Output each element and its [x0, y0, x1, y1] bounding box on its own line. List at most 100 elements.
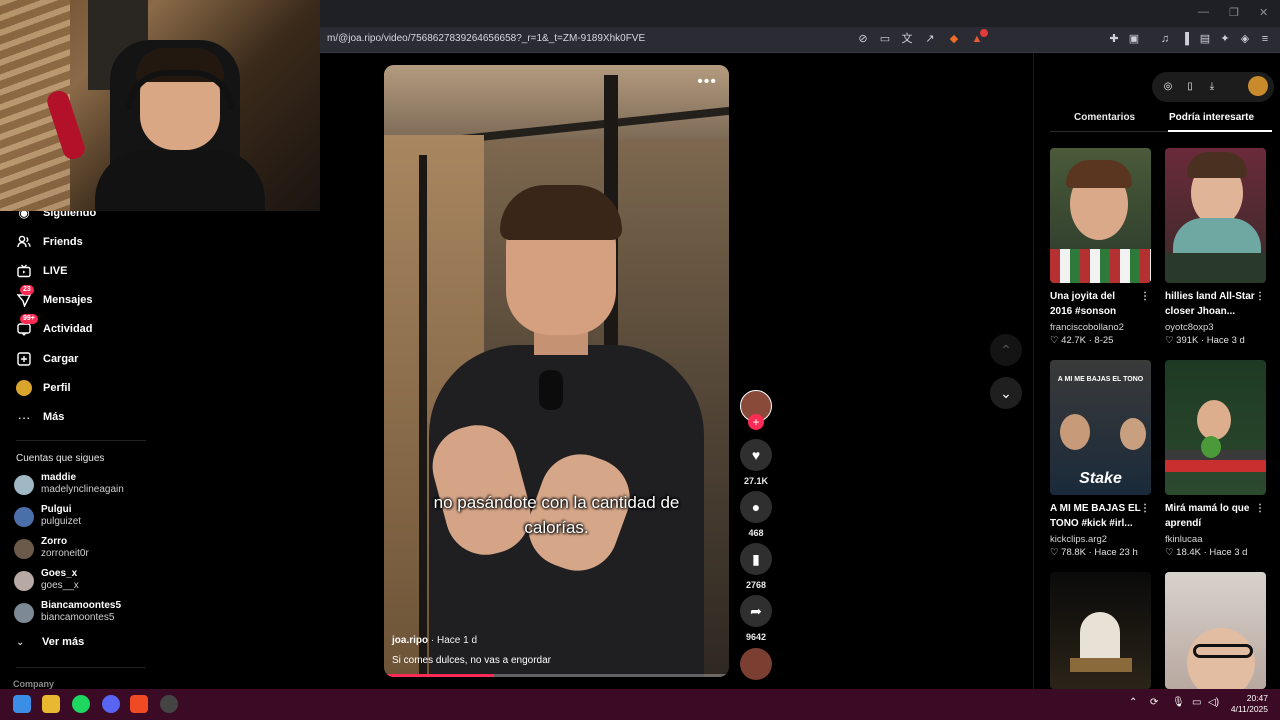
app-icon[interactable] [160, 695, 178, 713]
mobile-icon[interactable]: ▯ [1183, 80, 1197, 94]
video-more-button[interactable]: ••• [697, 73, 717, 91]
music-icon[interactable]: ♫ [1158, 32, 1172, 46]
suggested-video-card[interactable]: hillies land All-Star closer Jhoan... ⋮ … [1165, 148, 1267, 346]
network-icon[interactable]: ▭ [1192, 697, 1201, 708]
card-likes: ♡ 391K [1165, 335, 1199, 346]
file-explorer-icon[interactable] [42, 695, 60, 713]
sidebar-item-profile[interactable]: Perfil [16, 378, 71, 398]
card-username[interactable]: oyotc8oxp3 [1165, 322, 1267, 333]
followed-account[interactable]: Goes_x goes__x [14, 568, 154, 594]
video-thumbnail[interactable] [1165, 148, 1266, 283]
video-player[interactable]: ••• no pasándote con la cantidad de calo… [384, 65, 729, 677]
card-username[interactable]: kickclips.arg2 [1050, 534, 1152, 545]
card-title: A MI ME BAJAS EL TONO #kick #irl... ⋮ [1050, 501, 1152, 531]
leo-ai-icon[interactable]: ✦ [1218, 32, 1232, 46]
sidebar-item-friends[interactable]: Friends [16, 232, 83, 252]
vpn-icon[interactable]: ◈ [1238, 32, 1252, 46]
suggested-video-card[interactable]: A MI ME BAJAS EL TONO Stake A MI ME BAJA… [1050, 360, 1152, 558]
followed-account[interactable]: Biancamoontes5 biancamoontes5 [14, 600, 154, 626]
sidebar-item-more[interactable]: ··· Más [16, 407, 65, 427]
video-thumbnail[interactable] [1050, 572, 1151, 689]
share-icon[interactable]: ↗ [923, 32, 937, 46]
comment-icon: ● [751, 499, 761, 515]
sidebar-toggle-icon[interactable]: ▐ [1178, 32, 1192, 46]
screenshot-icon[interactable]: ▣ [1127, 32, 1141, 46]
video-progress-bar[interactable] [384, 674, 729, 677]
tray-expand-icon[interactable]: ⌃ [1129, 697, 1137, 708]
video-author[interactable]: joa.ripo · Hace 1 d [392, 635, 477, 646]
bookmark-icon: ▮ [752, 550, 760, 567]
followed-account[interactable]: maddie madelynclineagain [14, 472, 154, 498]
sound-avatar[interactable] [740, 648, 772, 680]
system-clock[interactable]: 20:47 4/11/2025 [1231, 693, 1268, 715]
video-thumbnail[interactable] [1165, 572, 1266, 689]
follow-plus-icon[interactable]: + [748, 414, 764, 430]
like-count: 27.1K [743, 476, 769, 486]
suggested-video-card[interactable]: Una joyita del 2016 #sonson ⋮ franciscob… [1050, 148, 1152, 346]
like-button[interactable]: ♥ [740, 439, 772, 471]
followed-account[interactable]: Pulgui pulguizet [14, 504, 154, 530]
suggested-video-card[interactable]: Mirá mamá lo que aprendí ⋮ fkinlucaa ♡ 1… [1165, 360, 1267, 558]
volume-icon[interactable]: ◁) [1208, 697, 1219, 708]
taskbar: ⌃ ⟳ 🎙 ▭ ◁) 20:47 4/11/2025 [0, 689, 1280, 720]
save-button[interactable]: ▮ [740, 543, 772, 575]
video-thumbnail[interactable] [1165, 360, 1266, 495]
card-more-icon[interactable]: ⋮ [1140, 501, 1150, 516]
no-tracking-icon[interactable]: ⊘ [856, 32, 870, 46]
minimize-button[interactable]: — [1198, 6, 1209, 18]
sidebar-item-activity[interactable]: 99+ Actividad [16, 314, 93, 339]
chevron-up-icon: ⌃ [1000, 341, 1012, 358]
brave-shield-icon[interactable]: ◆ [947, 32, 961, 46]
card-username[interactable]: fkinlucaa [1165, 534, 1267, 545]
address-bar[interactable]: m/@joa.ripo/video/7568627839264656658?_r… [327, 33, 645, 44]
card-meta: ♡ 42.7K · 8-25 [1050, 335, 1152, 346]
close-button[interactable]: ✕ [1259, 6, 1268, 19]
company-link[interactable]: Company [13, 679, 54, 689]
sidebar-item-label: Actividad [43, 323, 93, 335]
rewards-icon[interactable]: ▲ [970, 29, 988, 46]
cast-icon[interactable]: ▭ [878, 32, 892, 46]
previous-video-button[interactable]: ⌃ [990, 334, 1022, 366]
more-icon: ··· [17, 409, 31, 425]
wallet-icon[interactable]: ▤ [1198, 32, 1212, 46]
card-title-line: TONO #kick #irl... [1050, 518, 1133, 529]
tab-comments[interactable]: Comentarios [1074, 112, 1135, 123]
sync-icon[interactable]: ⟳ [1150, 697, 1158, 708]
windows-start-icon[interactable] [13, 695, 31, 713]
card-username[interactable]: franciscobollano2 [1050, 322, 1152, 333]
card-more-icon[interactable]: ⋮ [1255, 289, 1265, 304]
extensions-icon[interactable]: ✚ [1107, 32, 1121, 46]
card-more-icon[interactable]: ⋮ [1140, 289, 1150, 304]
download-icon[interactable]: ⤓ [1205, 80, 1219, 94]
sidebar-item-label: LIVE [43, 265, 68, 277]
author-name[interactable]: joa.ripo [392, 635, 428, 646]
followed-account[interactable]: Zorro zorroneit0r [14, 536, 154, 562]
comment-button[interactable]: ● [740, 491, 772, 523]
sidebar-item-upload[interactable]: Cargar [16, 349, 78, 369]
share-button[interactable]: ➦ [740, 595, 772, 627]
sidebar-item-live[interactable]: LIVE [16, 261, 67, 281]
avatar [14, 507, 34, 527]
card-title-line: Mirá mamá lo que [1165, 503, 1250, 514]
video-thumbnail[interactable]: A MI ME BAJAS EL TONO Stake [1050, 360, 1151, 495]
card-likes: ♡ 42.7K [1050, 335, 1086, 346]
next-video-button[interactable]: ⌄ [990, 377, 1022, 409]
menu-icon[interactable]: ≡ [1258, 32, 1272, 46]
compass-icon[interactable]: ◎ [1161, 80, 1175, 94]
user-avatar[interactable] [1248, 76, 1268, 96]
brave-browser-icon[interactable] [130, 695, 148, 713]
see-more-button[interactable]: ⌄ Ver más [16, 636, 84, 648]
spotify-icon[interactable] [72, 695, 90, 713]
card-title-line: closer Jhoan... [1165, 306, 1236, 317]
discord-icon[interactable] [102, 695, 120, 713]
maximize-button[interactable]: ❐ [1229, 6, 1239, 19]
account-handle: pulguizet [41, 516, 82, 527]
tab-suggested[interactable]: Podría interesarte [1169, 112, 1254, 123]
sidebar-item-messages[interactable]: 23 Mensajes [16, 285, 93, 310]
sidebar-item-label: Perfil [43, 382, 71, 394]
translate-icon[interactable]: 文 [900, 32, 914, 46]
account-name: Biancamoontes5 [41, 600, 122, 611]
card-more-icon[interactable]: ⋮ [1255, 501, 1265, 516]
video-thumbnail[interactable] [1050, 148, 1151, 283]
microphone-icon[interactable]: 🎙 [1172, 697, 1185, 708]
